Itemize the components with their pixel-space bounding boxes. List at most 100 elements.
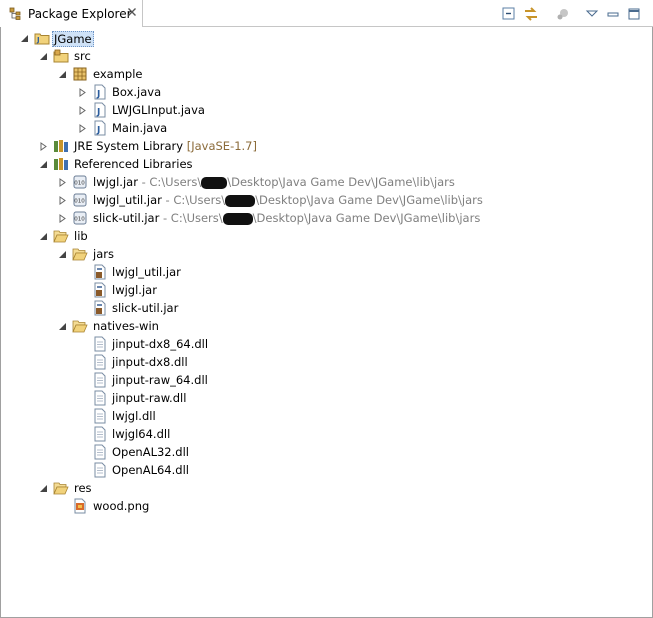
library-version-decoration: [JavaSE-1.7] [186,139,257,153]
tree-label: OpenAL32.dll [112,445,189,459]
tree-label: Box.java [112,85,162,99]
tree-item-lib[interactable]: lib [0,227,653,245]
tree-item-natives-win[interactable]: natives-win [0,317,653,335]
link-with-editor-icon[interactable] [523,6,539,22]
tree-item-jinput-dx8-dll[interactable]: jinput-dx8.dll [0,353,653,371]
tree-label: lib [74,229,88,243]
tree-label: JGame [52,31,94,47]
file-icon [94,426,106,442]
folder-open-icon [53,230,69,243]
tree-item-jars[interactable]: jars [0,245,653,263]
tree-item-example[interactable]: example [0,65,653,83]
expanded-arrow-icon[interactable] [58,70,67,79]
tree-item-lwjgl-jar-ref[interactable]: 010 lwjgl.jar - C:\Users\ \Desktop\Java G… [0,173,653,191]
tree-label: jinput-dx8_64.dll [112,337,209,351]
file-icon [94,444,106,460]
focus-icon[interactable] [555,6,571,22]
java-file-icon: J [94,84,106,100]
maximize-icon[interactable] [626,6,642,22]
collapsed-arrow-icon[interactable] [78,88,87,97]
expanded-arrow-icon[interactable] [39,232,48,241]
tab-package-explorer[interactable]: Package Explorer [0,0,143,27]
tree-label: src [74,49,91,63]
tree-item-openal32-dll[interactable]: OpenAL32.dll [0,443,653,461]
file-icon [94,390,106,406]
view-menu-icon[interactable] [584,6,600,22]
collapsed-arrow-icon[interactable] [58,196,67,205]
tab-title: Package Explorer [28,7,132,21]
tree-label: res [74,481,92,495]
expanded-arrow-icon[interactable] [58,322,67,331]
jar-file-icon [94,264,106,280]
tree-label: slick-util.jar - C:\Users\ \Desktop\Java … [93,211,481,225]
source-folder-icon [53,49,69,63]
tree-item-lwjgl64-dll[interactable]: lwjgl64.dll [0,425,653,443]
jar-icon: 010 [73,211,87,225]
file-icon [94,372,106,388]
tree-item-lwjgl-dll[interactable]: lwjgl.dll [0,407,653,425]
close-icon[interactable] [126,6,138,18]
java-project-icon: J [34,33,50,45]
expanded-arrow-icon[interactable] [39,160,48,169]
collapse-all-icon[interactable] [501,6,517,22]
collapsed-arrow-icon[interactable] [58,178,67,187]
tree-label: OpenAL64.dll [112,463,189,477]
tree-item-jinput-raw-64-dll[interactable]: jinput-raw_64.dll [0,371,653,389]
tree-item-referenced-libraries[interactable]: Referenced Libraries [0,155,653,173]
svg-text:J: J [36,36,40,44]
tree-item-jinput-raw-dll[interactable]: jinput-raw.dll [0,389,653,407]
collapsed-arrow-icon[interactable] [78,124,87,133]
expanded-arrow-icon[interactable] [20,34,29,43]
package-icon [73,67,87,81]
tree-label: LWJGLInput.java [112,103,205,117]
expanded-arrow-icon[interactable] [58,250,67,259]
tree-item-jgame[interactable]: J JGame [0,29,653,47]
folder-open-icon [53,482,69,495]
file-icon [94,408,106,424]
tree-label: lwjgl.dll [112,409,156,423]
jar-file-icon [94,282,106,298]
tree-item-src[interactable]: src [0,47,653,65]
tree-item-box-java[interactable]: J Box.java [0,83,653,101]
tree-item-lwjgl-util-jar-ref[interactable]: 010 lwjgl_util.jar - C:\Users\ \Desktop\J… [0,191,653,209]
expanded-arrow-icon[interactable] [39,484,48,493]
collapsed-arrow-icon[interactable] [78,106,87,115]
file-icon [94,354,106,370]
collapsed-arrow-icon[interactable] [39,142,48,151]
tree-item-slick-util-jar-ref[interactable]: 010 slick-util.jar - C:\Users\ \Desktop\J… [0,209,653,227]
tab-bar-divider [142,26,653,27]
redacted-username [201,176,228,189]
tree-item-jre-system-library[interactable]: JRE System Library [JavaSE-1.7] [0,137,653,155]
tree-label: jinput-raw_64.dll [112,373,208,387]
svg-text:J: J [96,126,100,136]
tree-item-lwjgl-util-jar-file[interactable]: lwjgl_util.jar [0,263,653,281]
tree-label: wood.png [93,499,150,513]
tree-item-openal64-dll[interactable]: OpenAL64.dll [0,461,653,479]
library-icon [54,140,68,152]
file-icon [94,336,106,352]
tree-item-jinput-dx8-64-dll[interactable]: jinput-dx8_64.dll [0,335,653,353]
tree-label: lwjgl_util.jar - C:\Users\ \Desktop\Java … [93,193,483,207]
tree-label: lwjgl64.dll [112,427,171,441]
tree-item-lwjgl-jar-file[interactable]: lwjgl.jar [0,281,653,299]
tree-label: jinput-dx8.dll [112,355,188,369]
tree-label: natives-win [93,319,159,333]
tree-item-res[interactable]: res [0,479,653,497]
tree-item-wood-png[interactable]: wood.png [0,497,653,515]
svg-text:010: 010 [74,181,85,187]
expanded-arrow-icon[interactable] [39,52,48,61]
svg-text:J: J [96,90,100,100]
tree-label: lwjgl.jar - C:\Users\ \Desktop\Java Game … [93,175,455,189]
tree-label: lwjgl_util.jar [112,265,181,279]
collapsed-arrow-icon[interactable] [58,214,67,223]
svg-text:J: J [96,108,100,118]
tree-label: Main.java [112,121,168,135]
tree-item-main-java[interactable]: J Main.java [0,119,653,137]
view-tab-bar: Package Explorer [0,0,653,27]
tree-item-lwjglinput-java[interactable]: J LWJGLInput.java [0,101,653,119]
minimize-icon[interactable] [605,6,621,22]
svg-text:010: 010 [74,199,85,205]
image-file-icon [74,498,86,514]
tree-label: jars [93,247,114,261]
tree-item-slick-util-jar-file[interactable]: slick-util.jar [0,299,653,317]
